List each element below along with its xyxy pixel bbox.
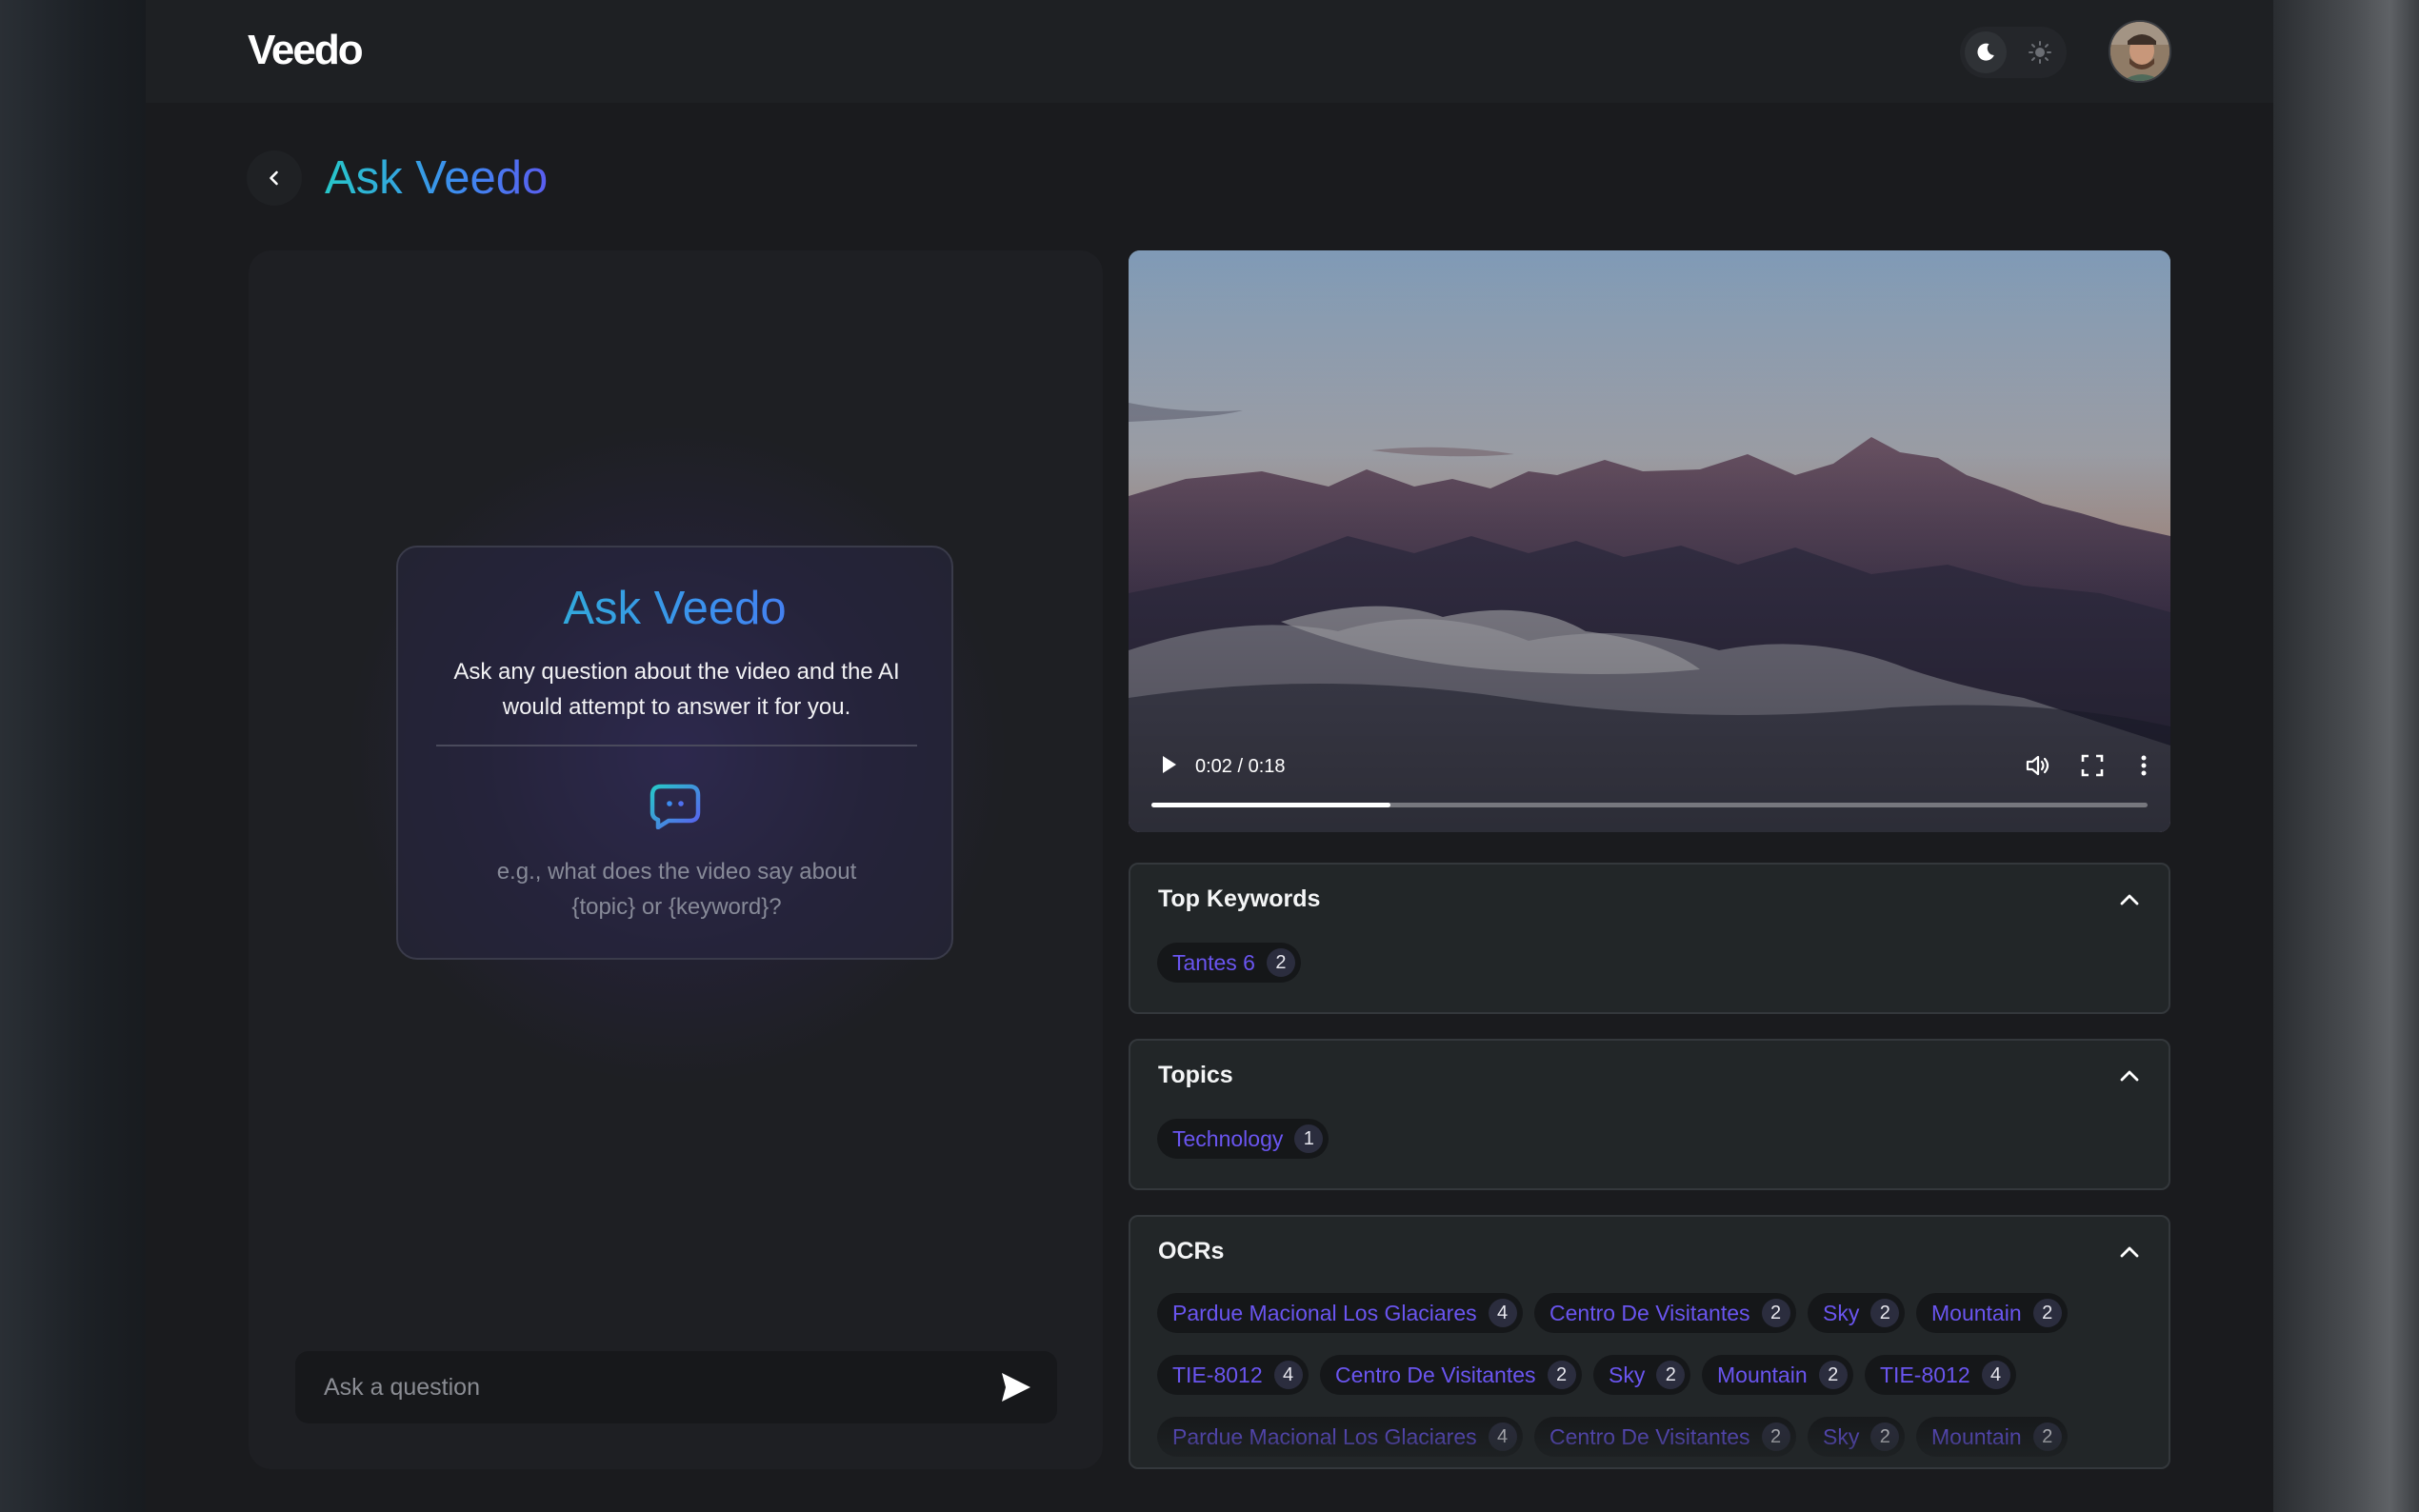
question-input[interactable] [295,1351,981,1423]
intro-hint: e.g., what does the video say about {top… [427,854,927,925]
keyword-chip-label: Tantes 6 [1172,949,1255,975]
user-avatar[interactable] [2109,20,2171,83]
dark-mode-button[interactable] [1965,31,2007,73]
ocr-chip[interactable]: Pardue Macional Los Glaciares 4 [1157,1293,1523,1333]
background-left [0,0,146,1512]
ocr-chip[interactable]: TIE-8012 4 [1157,1355,1309,1395]
ocr-chip-count: 4 [1981,1361,2010,1389]
ocrs-section: OCRs Pardue Macional Los Glaciares 4 Centr… [1129,1215,2170,1469]
play-icon [1163,756,1176,773]
ocr-chip[interactable]: Centro De Visitantes 2 [1534,1417,1796,1457]
avatar-image [2110,22,2169,81]
theme-toggle[interactable] [1960,27,2067,78]
app-window: Veedo Ask Veedo Ask Veedo Ask any questi… [146,0,2273,1512]
chat-bubble-icon [650,784,701,829]
topics-section: Topics Technology 1 [1129,1039,2170,1190]
ocr-chip[interactable]: Pardue Macional Los Glaciares 4 [1157,1417,1523,1457]
top-keywords-section: Top Keywords Tantes 6 2 [1129,863,2170,1014]
ocr-chip-count: 2 [1818,1361,1848,1389]
ocr-chip-label: Sky [1609,1362,1646,1387]
ocr-chip-count: 2 [1547,1361,1576,1389]
top-keywords-title: Top Keywords [1158,885,1321,912]
page-title: Ask Veedo [325,152,549,204]
collapse-top-keywords-button[interactable] [2115,885,2144,914]
more-vertical-icon [2141,755,2147,776]
ocrs-title: OCRs [1158,1238,1225,1264]
chevron-up-icon [2120,1070,2139,1082]
ocr-chip[interactable]: Centro De Visitantes 2 [1534,1293,1796,1333]
ocr-chip-label: Pardue Macional Los Glaciares [1172,1300,1477,1325]
ocr-chip[interactable]: Sky 2 [1808,1417,1906,1457]
ocr-chip-label: Sky [1823,1300,1860,1325]
ocr-chip[interactable]: Mountain 2 [1916,1293,2068,1333]
ocr-chip-label: Pardue Macional Los Glaciares [1172,1423,1477,1449]
volume-icon [2026,755,2049,776]
fullscreen-button[interactable] [2077,750,2108,781]
chevron-up-icon [2120,894,2139,905]
intro-title: Ask Veedo [398,580,951,637]
intro-card: Ask Veedo Ask any question about the vid… [396,546,953,960]
send-button[interactable] [990,1363,1040,1412]
ocr-chip[interactable]: Centro De Visitantes 2 [1320,1355,1582,1395]
intro-divider [436,745,917,746]
collapse-topics-button[interactable] [2115,1062,2144,1090]
ocr-chip[interactable]: Sky 2 [1808,1293,1906,1333]
chevron-left-icon [270,170,278,186]
background-right [2273,0,2419,1512]
topic-chip-label: Technology [1172,1125,1284,1151]
ocr-chip-label: Mountain [1717,1362,1808,1387]
fullscreen-icon [2081,754,2104,777]
keyword-chip-count: 2 [1266,948,1295,977]
ocr-chip[interactable]: Mountain 2 [1702,1355,1853,1395]
topic-chip[interactable]: Technology 1 [1157,1119,1329,1159]
back-button[interactable] [247,150,302,206]
keyword-chip[interactable]: Tantes 6 2 [1157,943,1301,983]
ocr-chip-count: 4 [1273,1361,1303,1389]
ask-box [295,1351,1057,1423]
chevron-up-icon [2120,1246,2139,1258]
ocr-chip-count: 2 [2032,1422,2062,1451]
intro-text: Ask any question about the video and the… [453,659,900,720]
volume-button[interactable] [2024,750,2054,781]
video-frame [1129,250,2170,832]
play-button[interactable] [1157,753,1180,776]
more-options-button[interactable] [2132,750,2155,781]
veedo-logo[interactable]: Veedo [248,27,364,74]
ocr-chip[interactable]: TIE-8012 4 [1865,1355,2016,1395]
ocr-chip-count: 2 [2032,1299,2062,1327]
intro-hint-line2: {topic} or {keyword}? [571,894,782,920]
top-bar: Veedo [146,0,2273,103]
sun-icon [2029,41,2051,64]
ocr-chip-count: 2 [1870,1299,1900,1327]
ocr-chip[interactable]: Sky 2 [1593,1355,1691,1395]
ocr-chip-label: Centro De Visitantes [1335,1362,1536,1387]
moon-icon [1977,43,1994,61]
collapse-ocrs-button[interactable] [2115,1238,2144,1266]
ocr-chip-label: Sky [1823,1423,1860,1449]
ocr-chip-count: 2 [1656,1361,1686,1389]
intro-hint-line1: e.g., what does the video say about [496,859,857,885]
ocr-chip-count: 4 [1488,1299,1517,1327]
video-progress-fill [1151,803,1391,807]
topics-title: Topics [1158,1062,1233,1088]
light-mode-button[interactable] [2019,31,2061,73]
topic-chip-count: 1 [1294,1124,1324,1153]
send-icon [1002,1373,1030,1402]
video-time: 0:02 / 0:18 [1195,756,1286,777]
ocr-chip-label: Centro De Visitantes [1549,1300,1750,1325]
ocr-chip-label: Mountain [1931,1423,2022,1449]
ocr-chip-count: 2 [1761,1422,1790,1451]
ocr-chip-label: Centro De Visitantes [1549,1423,1750,1449]
chat-panel: Ask Veedo Ask any question about the vid… [249,250,1103,1469]
ocr-chip[interactable]: Mountain 2 [1916,1417,2068,1457]
video-progress-bar[interactable] [1151,803,2148,807]
ocr-chip-count: 2 [1870,1422,1900,1451]
ocr-chip-label: TIE-8012 [1880,1362,1970,1387]
ocr-chip-count: 4 [1488,1422,1517,1451]
ocr-chip-label: TIE-8012 [1172,1362,1263,1387]
ocr-chip-count: 2 [1761,1299,1790,1327]
ocr-chip-label: Mountain [1931,1300,2022,1325]
video-player[interactable]: 0:02 / 0:18 [1129,250,2170,832]
